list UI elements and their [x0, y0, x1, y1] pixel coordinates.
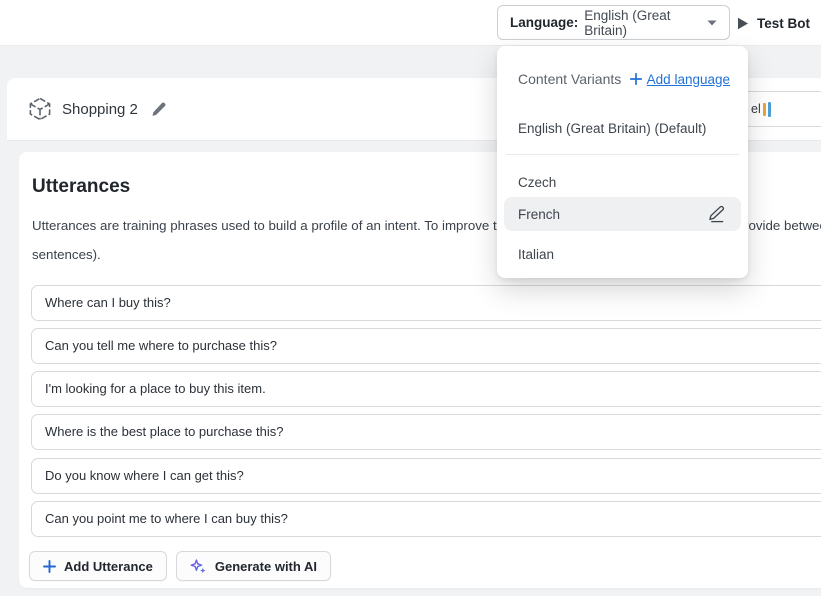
menu-item-italian[interactable]: Italian: [497, 238, 748, 272]
utterance-input[interactable]: Can you tell me where to purchase this?: [31, 328, 821, 364]
language-label: Language:: [510, 15, 578, 30]
menu-divider: [506, 154, 739, 155]
play-icon: [737, 17, 749, 30]
language-dropdown-button[interactable]: Language: English (Great Britain): [497, 5, 730, 40]
utterance-input[interactable]: Where is the best place to purchase this…: [31, 414, 821, 450]
test-bot-label: Test Bot: [757, 16, 810, 31]
add-language-label: Add language: [647, 72, 730, 87]
language-dropdown-panel: Content Variants Add language English (G…: [497, 46, 748, 278]
generate-with-ai-label: Generate with AI: [215, 559, 317, 574]
content-variants-label: Content Variants: [518, 71, 621, 87]
plus-icon: [630, 73, 642, 85]
add-language-link[interactable]: Add language: [630, 72, 730, 87]
chevron-down-icon: [707, 20, 717, 26]
intent-name: Shopping 2: [62, 101, 138, 118]
panel-header: Content Variants Add language: [518, 71, 730, 87]
add-utterance-button[interactable]: Add Utterance: [29, 551, 167, 581]
edit-intent-name-button[interactable]: [151, 102, 166, 117]
menu-item-czech[interactable]: Czech: [497, 166, 748, 200]
utterances-heading: Utterances: [32, 176, 130, 198]
edit-pencil-icon[interactable]: [707, 205, 727, 223]
utterance-input[interactable]: Can you point me to where I can buy this…: [31, 501, 821, 537]
language-value: English (Great Britain): [584, 8, 701, 38]
cube-icon: [29, 97, 51, 121]
app-screen: Language: English (Great Britain) Test B…: [0, 0, 821, 596]
utterance-input[interactable]: Do you know where I can get this?: [31, 458, 821, 494]
fragment-orange-mark: [763, 103, 766, 116]
fragment-blue-caret: [768, 102, 771, 117]
menu-item-french-label: French: [518, 207, 560, 222]
generate-with-ai-button[interactable]: Generate with AI: [176, 551, 331, 581]
menu-item-default-language[interactable]: English (Great Britain) (Default): [497, 112, 748, 146]
test-bot-button[interactable]: Test Bot: [737, 9, 810, 37]
sparkle-icon: [190, 558, 207, 575]
clipped-input-text: el: [751, 102, 761, 116]
utterance-input[interactable]: Where can I buy this?: [31, 285, 821, 321]
plus-icon: [43, 560, 56, 573]
utterance-input[interactable]: I'm looking for a place to buy this item…: [31, 371, 821, 407]
utterance-actions-row: Add Utterance Generate with AI: [29, 551, 331, 581]
add-utterance-label: Add Utterance: [64, 559, 153, 574]
menu-item-french[interactable]: French: [504, 197, 741, 231]
top-bar: Language: English (Great Britain) Test B…: [0, 0, 821, 46]
